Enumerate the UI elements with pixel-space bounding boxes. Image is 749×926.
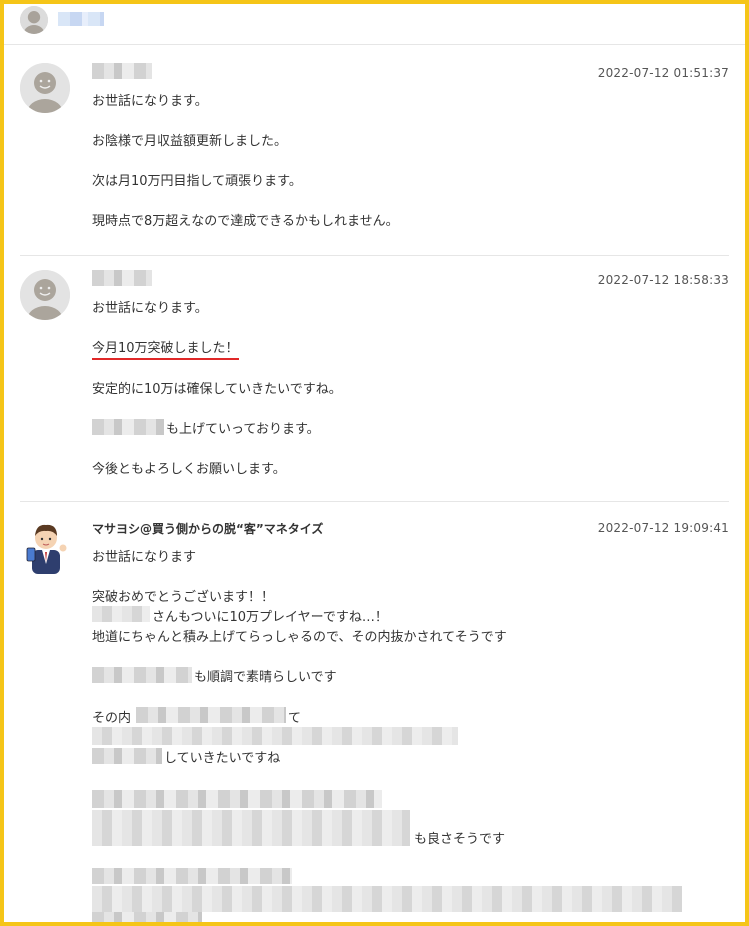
comment-text: していきたいですね [164, 751, 281, 766]
businessman-mascot-icon[interactable] [22, 518, 70, 574]
underlined-text: 今月10万突破しました！ [92, 341, 239, 360]
comment-text: お世話になります [92, 550, 197, 565]
comment-text: も上げていっております。 [166, 422, 320, 437]
blurred-text [92, 810, 410, 846]
user-avatar-icon[interactable] [20, 6, 48, 34]
blurred-text [92, 606, 150, 622]
author-name[interactable]: マサヨシ@買う側からの脱“客”マネタイズ [92, 520, 323, 537]
comment-text: お陰様で月収益額更新しました。 [92, 134, 288, 149]
comment-text: お世話になります。 [92, 94, 208, 109]
post-timestamp: 2022-07-12 18:58:33 [597, 273, 729, 287]
comment-text: 今後ともよろしくお願いします。 [92, 462, 286, 477]
comment-text: 現時点で8万超えなので達成できるかもしれません。 [92, 214, 399, 229]
blurred-username [92, 270, 152, 286]
default-user-avatar-icon[interactable] [20, 63, 70, 113]
thread-frame: 2022-07-12 01:51:37 お世話になります。 お陰様で月収益額更新… [0, 0, 749, 926]
post-timestamp: 2022-07-12 19:09:41 [597, 521, 729, 535]
comment-post-author: マサヨシ@買う側からの脱“客”マネタイズ 2022-07-12 19:09:41… [20, 502, 729, 922]
comment-text: 突破おめでとうございます！！ [92, 590, 275, 605]
blurred-text [92, 748, 162, 764]
comment-text: 次は月10万円目指して頑張ります。 [92, 174, 302, 189]
blurred-username [92, 63, 152, 79]
comment-text: て [288, 711, 302, 726]
blurred-text [92, 667, 192, 683]
blurred-text [92, 727, 458, 745]
blurred-username [58, 12, 104, 26]
blurred-text [92, 886, 682, 912]
blurred-text [92, 868, 292, 884]
comment-text: も順調で素晴らしいです [194, 670, 337, 685]
comment-text: 安定的に10万は確保していきたいですね。 [92, 382, 342, 397]
comment-text: も良さそうです [414, 832, 506, 847]
comment-text: お世話になります。 [92, 301, 208, 316]
comment-text: 地道にちゃんと積み上げてらっしゃるので、その内抜かされてそうです [92, 630, 507, 645]
blurred-text [92, 419, 164, 435]
default-user-avatar-icon[interactable] [20, 270, 70, 320]
highlighted-comment-text: 今月10万突破しました！ [92, 337, 239, 360]
thread-header [4, 4, 745, 45]
comment-post: 2022-07-12 18:58:33 お世話になります。 今月10万突破しまし… [20, 256, 729, 502]
comment-post: 2022-07-12 01:51:37 お世話になります。 お陰様で月収益額更新… [20, 49, 729, 256]
blurred-text [92, 912, 202, 922]
post-timestamp: 2022-07-12 01:51:37 [597, 66, 729, 80]
comment-text: その内 [92, 711, 132, 726]
blurred-text [92, 790, 382, 808]
blurred-text [136, 707, 286, 723]
comment-text: さんもついに10万プレイヤーですね…！ [152, 610, 388, 625]
